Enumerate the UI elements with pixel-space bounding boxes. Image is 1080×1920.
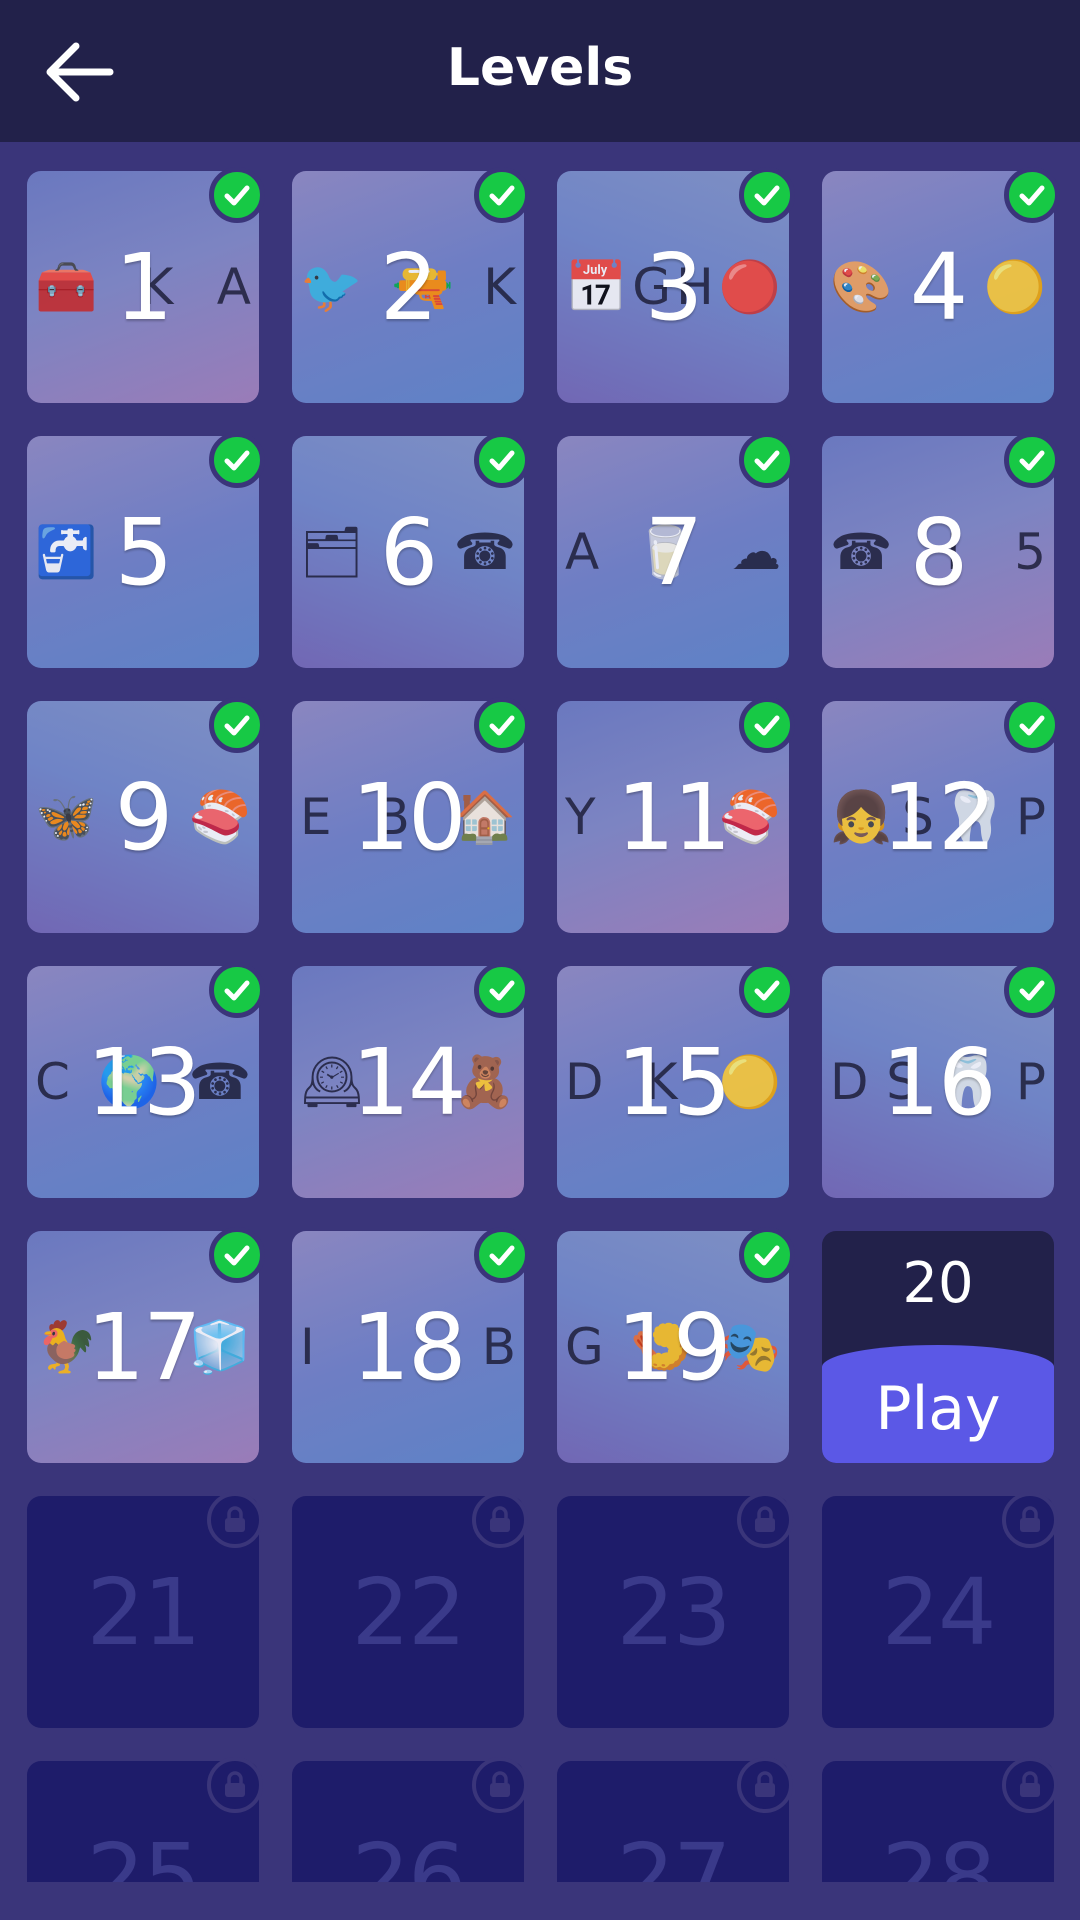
checkmark-icon	[754, 1245, 780, 1266]
checkmark-icon	[1019, 450, 1045, 471]
level-tile-22: 22	[292, 1492, 528, 1728]
play-button[interactable]: Play	[822, 1345, 1054, 1463]
completed-badge	[739, 432, 795, 488]
level-tile-8[interactable]: ☎ I 5 8	[822, 432, 1060, 668]
completed-badge	[1004, 697, 1060, 753]
checkmark-icon	[489, 185, 515, 206]
page-title: Levels	[446, 38, 634, 98]
checkmark-icon	[489, 450, 515, 471]
checkmark-icon	[489, 980, 515, 1001]
checkmark-icon	[754, 450, 780, 471]
level-tile-4[interactable]: 🎨 🟡 4	[822, 167, 1060, 403]
completed-badge	[1004, 432, 1060, 488]
level-tile-25: 25	[27, 1757, 263, 1882]
level-tile-3[interactable]: 📅 G H 🔴 3	[557, 167, 795, 403]
level-tile-24: 24	[822, 1492, 1058, 1728]
level-tile-14[interactable]: 🕰 🧸 14	[292, 962, 530, 1198]
level-tile-1[interactable]: 🧰 K A 1	[27, 167, 265, 403]
lock-badge	[472, 1757, 528, 1813]
lock-badge	[1002, 1492, 1058, 1548]
level-tile-13[interactable]: C 🌍 ☎ 13	[27, 962, 265, 1198]
header: Levels	[0, 0, 1080, 142]
level-tile-20[interactable]: 20 Play	[822, 1231, 1054, 1463]
level-tile-9[interactable]: 🦋 🍣 9	[27, 697, 265, 933]
level-number: 20	[902, 1251, 974, 1316]
completed-badge	[474, 1227, 530, 1283]
level-tile-26: 26	[292, 1757, 528, 1882]
level-tile-19[interactable]: G 🍤 🎭 19	[557, 1227, 795, 1463]
completed-badge	[474, 432, 530, 488]
checkmark-icon	[754, 715, 780, 736]
checkmark-icon	[224, 450, 250, 471]
completed-badge	[474, 167, 530, 223]
completed-badge	[739, 1227, 795, 1283]
lock-icon	[1020, 1506, 1040, 1532]
lock-icon	[755, 1506, 775, 1532]
level-tile-11[interactable]: Y 🍣 11	[557, 697, 795, 933]
checkmark-icon	[1019, 980, 1045, 1001]
completed-badge	[209, 432, 265, 488]
level-tile-12[interactable]: 👧 S 🦷 P 12	[822, 697, 1060, 933]
level-tile-7[interactable]: A 🥛 ☁ 7	[557, 432, 795, 668]
level-tile-2[interactable]: 🐦 🔫 K 2	[292, 167, 530, 403]
completed-badge	[474, 962, 530, 1018]
level-tile-21: 21	[27, 1492, 263, 1728]
level-tile-18[interactable]: I B 18	[292, 1227, 530, 1463]
completed-badge	[474, 697, 530, 753]
completed-badge	[739, 167, 795, 223]
lock-badge	[207, 1757, 263, 1813]
checkmark-icon	[224, 980, 250, 1001]
level-tile-6[interactable]: 🗂 ☎ 6	[292, 432, 530, 668]
checkmark-icon	[224, 715, 250, 736]
checkmark-icon	[224, 1245, 250, 1266]
lock-badge	[207, 1492, 263, 1548]
lock-icon	[225, 1506, 245, 1532]
lock-badge	[737, 1757, 793, 1813]
lock-badge	[472, 1492, 528, 1548]
level-tile-23: 23	[557, 1492, 793, 1728]
completed-badge	[1004, 167, 1060, 223]
level-tile-27: 27	[557, 1757, 793, 1882]
lock-icon	[490, 1506, 510, 1532]
level-tile-10[interactable]: E B 🏠 10	[292, 697, 530, 933]
checkmark-icon	[489, 1245, 515, 1266]
checkmark-icon	[1019, 185, 1045, 206]
level-tile-28: 28	[822, 1757, 1058, 1882]
lock-icon	[755, 1771, 775, 1797]
checkmark-icon	[224, 185, 250, 206]
checkmark-icon	[489, 715, 515, 736]
checkmark-icon	[754, 185, 780, 206]
checkmark-icon	[1019, 715, 1045, 736]
completed-badge	[209, 697, 265, 753]
completed-badge	[1004, 962, 1060, 1018]
level-tile-5[interactable]: 🚰 5	[27, 432, 265, 668]
completed-badge	[739, 962, 795, 1018]
lock-icon	[225, 1771, 245, 1797]
completed-badge	[209, 1227, 265, 1283]
level-tile-16[interactable]: D S 🦷 P 16	[822, 962, 1060, 1198]
lock-badge	[737, 1492, 793, 1548]
checkmark-icon	[754, 980, 780, 1001]
lock-icon	[1020, 1771, 1040, 1797]
level-tile-15[interactable]: D K 🟡 15	[557, 962, 795, 1198]
lock-icon	[490, 1771, 510, 1797]
completed-badge	[739, 697, 795, 753]
levels-grid: 🧰 K A 1 🐦 🔫 K 2 📅 G H 🔴 3 🎨 🟡 4 🚰 5 🗂 ☎ 6 A 🥛 ☁ 7 ☎ I 5 8 🦋 🍣 9 E B 🏠 10 Y 🍣 1…	[0, 142, 1080, 1882]
level-tile-17[interactable]: 🐓 🧊 17	[27, 1227, 265, 1463]
completed-badge	[209, 167, 265, 223]
lock-badge	[1002, 1757, 1058, 1813]
completed-badge	[209, 962, 265, 1018]
